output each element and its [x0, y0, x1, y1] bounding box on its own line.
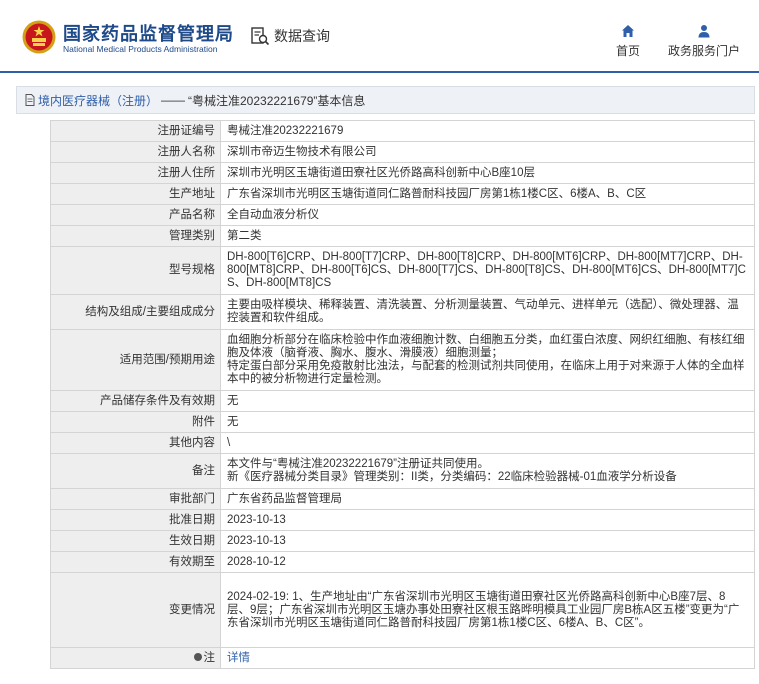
table-row: 有效期至 2028-10-12 [50, 551, 755, 573]
data-query-link[interactable]: 数据查询 [250, 24, 330, 48]
user-icon [698, 25, 710, 38]
field-label: 产品名称 [50, 204, 221, 226]
field-value: \ [220, 432, 755, 454]
field-value: 粤械注准20232221679 [220, 120, 755, 142]
field-value-line: 血细胞分析部分在临床检验中作血液细胞计数、白细胞五分类，血红蛋白浓度、网织红细胞… [227, 334, 745, 359]
field-label: 其他内容 [50, 432, 221, 454]
field-label: 生产地址 [50, 183, 221, 205]
document-icon [25, 94, 35, 106]
field-label: 审批部门 [50, 488, 221, 510]
table-row: 生效日期 2023-10-13 [50, 530, 755, 552]
nav-portal-label: 政务服务门户 [667, 44, 740, 58]
registration-info-table: 注册证编号 粤械注准20232221679 注册人名称 深圳市帝迈生物技术有限公… [50, 120, 755, 669]
field-value-line: 特定蛋白部分采用免疫散射比浊法，与配套的检测试剂共同使用，在临床上用于对来源于人… [227, 360, 745, 385]
table-row: 批准日期 2023-10-13 [50, 509, 755, 531]
table-row: 结构及组成/主要组成成分 主要由吸样模块、稀释装置、清洗装置、分析测量装置、气动… [50, 294, 755, 330]
breadcrumb-category-link[interactable]: 境内医疗器械（注册） [38, 92, 158, 109]
table-row: 附件 无 [50, 411, 755, 433]
table-row: 注 详情 [50, 647, 755, 669]
field-value: 2024-02-19: 1、生产地址由“广东省深圳市光明区玉塘街道田寮社区光侨路… [220, 572, 755, 648]
site-subtitle: National Medical Products Administration [63, 44, 218, 54]
field-label: 有效期至 [50, 551, 221, 573]
site-title: 国家药品监督管理局 [63, 24, 234, 44]
field-label: 生效日期 [50, 530, 221, 552]
table-row: 型号规格 DH-800[T6]CRP、DH-800[T7]CRP、DH-800[… [50, 246, 755, 295]
field-label: 批准日期 [50, 509, 221, 531]
field-value: 主要由吸样模块、稀释装置、清洗装置、分析测量装置、气动单元、进样单元（选配）、微… [220, 294, 755, 330]
field-value: 无 [220, 390, 755, 412]
table-row: 产品储存条件及有效期 无 [50, 390, 755, 412]
field-value: 2028-10-12 [220, 551, 755, 573]
field-value: 第二类 [220, 225, 755, 247]
home-icon [622, 25, 634, 37]
field-value: 血细胞分析部分在临床检验中作血液细胞计数、白细胞五分类，血红蛋白浓度、网织红细胞… [220, 329, 755, 391]
site-header: 国家药品监督管理局 National Medical Products Admi… [0, 0, 759, 73]
field-value: 本文件与“粤械注准20232221679”注册证共同使用。 新《医疗器械分类目录… [220, 453, 755, 489]
field-label: 型号规格 [50, 246, 221, 295]
table-row: 适用范围/预期用途 血细胞分析部分在临床检验中作血液细胞计数、白细胞五分类，血红… [50, 329, 755, 391]
field-label: 附件 [50, 411, 221, 433]
field-label: 注册人名称 [50, 141, 221, 163]
table-row: 变更情况 2024-02-19: 1、生产地址由“广东省深圳市光明区玉塘街道田寮… [50, 572, 755, 648]
breadcrumb: 境内医疗器械（注册） —— “粤械注准20232221679”基本信息 [16, 86, 755, 114]
nav-home-label: 首页 [615, 44, 640, 58]
breadcrumb-separator: —— [161, 93, 186, 107]
search-document-icon [251, 27, 270, 46]
field-label: 注 [50, 647, 221, 669]
field-label: 管理类别 [50, 225, 221, 247]
nav-home[interactable]: 首页 [611, 24, 645, 59]
bullet-icon [193, 653, 202, 662]
field-value: 2023-10-13 [220, 530, 755, 552]
field-value: 2023-10-13 [220, 509, 755, 531]
field-label: 结构及组成/主要组成成分 [50, 294, 221, 330]
nav-portal[interactable]: 政务服务门户 [663, 24, 745, 59]
field-value: 广东省深圳市光明区玉塘街道同仁路普耐科技园厂房第1栋1楼C区、6楼A、B、C区 [220, 183, 755, 205]
field-value: 深圳市光明区玉塘街道田寮社区光侨路高科创新中心B座10层 [220, 162, 755, 184]
table-row: 备注 本文件与“粤械注准20232221679”注册证共同使用。 新《医疗器械分… [50, 453, 755, 489]
field-value: 无 [220, 411, 755, 433]
table-row: 其他内容 \ [50, 432, 755, 454]
field-label-text: 注 [203, 651, 216, 664]
table-row: 管理类别 第二类 [50, 225, 755, 247]
field-label: 注册证编号 [50, 120, 221, 142]
field-value: 全自动血液分析仪 [220, 204, 755, 226]
field-value: 详情 [220, 647, 755, 669]
field-label: 变更情况 [50, 572, 221, 648]
field-value: 深圳市帝迈生物技术有限公司 [220, 141, 755, 163]
detail-link[interactable]: 详情 [227, 652, 250, 664]
table-row: 注册证编号 粤械注准20232221679 [50, 120, 755, 142]
breadcrumb-title: “粤械注准20232221679”基本信息 [188, 93, 366, 108]
national-emblem-icon [22, 20, 56, 54]
field-label: 适用范围/预期用途 [50, 329, 221, 391]
field-value-line: 本文件与“粤械注准20232221679”注册证共同使用。 [227, 458, 490, 470]
table-row: 注册人住所 深圳市光明区玉塘街道田寮社区光侨路高科创新中心B座10层 [50, 162, 755, 184]
field-label: 注册人住所 [50, 162, 221, 184]
field-value: 广东省药品监督管理局 [220, 488, 755, 510]
table-row: 注册人名称 深圳市帝迈生物技术有限公司 [50, 141, 755, 163]
table-row: 审批部门 广东省药品监督管理局 [50, 488, 755, 510]
table-row: 生产地址 广东省深圳市光明区玉塘街道同仁路普耐科技园厂房第1栋1楼C区、6楼A、… [50, 183, 755, 205]
field-value: DH-800[T6]CRP、DH-800[T7]CRP、DH-800[T8]CR… [220, 246, 755, 295]
field-label: 备注 [50, 453, 221, 489]
field-label: 产品储存条件及有效期 [50, 390, 221, 412]
table-row: 产品名称 全自动血液分析仪 [50, 204, 755, 226]
field-value-line: 新《医疗器械分类目录》管理类别：II类，分类编码：22临床检验器械-01血液学分… [227, 471, 677, 483]
data-query-label: 数据查询 [274, 28, 330, 44]
